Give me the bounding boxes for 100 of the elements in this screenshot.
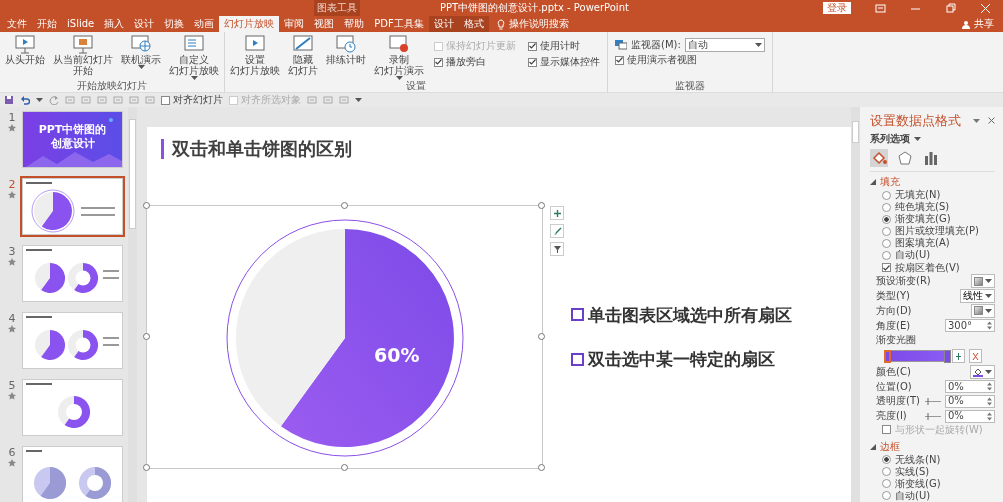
ribbon-tab[interactable]: 动画 — [189, 16, 220, 32]
radio-button[interactable]: 图案填充(A) — [870, 237, 995, 250]
gradient-bar[interactable] — [886, 350, 948, 363]
ribbon-tab[interactable]: 设计 — [129, 16, 160, 32]
gradient-stop[interactable] — [884, 350, 891, 364]
radio-circle-icon[interactable] — [882, 190, 891, 200]
gradient-dropdown[interactable] — [971, 274, 995, 289]
radio-circle-icon[interactable] — [882, 250, 891, 260]
ribbon-display-icon[interactable] — [875, 2, 886, 14]
radio-button[interactable]: 无线条(N) — [870, 453, 995, 466]
radio-button[interactable]: 实线(S) — [870, 465, 995, 478]
resize-handle[interactable] — [340, 464, 348, 471]
ribbon-tab[interactable]: 插入 — [99, 16, 130, 32]
checkbox[interactable]: 显示媒体控件 — [528, 54, 600, 70]
monitor-dropdown[interactable]: 自动 — [684, 38, 765, 52]
checkbox[interactable]: 播放旁白 — [434, 54, 516, 70]
spinner-icon[interactable] — [987, 411, 992, 421]
color-button[interactable] — [970, 364, 995, 379]
close-icon[interactable] — [988, 117, 995, 125]
chart-element-button[interactable] — [550, 206, 564, 220]
slide-thumbnail[interactable] — [22, 312, 123, 369]
chart-element-button[interactable] — [550, 242, 564, 256]
radio-circle-icon[interactable] — [882, 238, 891, 248]
gradient-dropdown[interactable] — [971, 303, 995, 318]
resize-handle[interactable] — [143, 333, 150, 340]
undo-icon[interactable] — [20, 95, 30, 105]
ribbon-tab[interactable]: 格式 — [458, 16, 489, 32]
spin-field[interactable]: 0% — [945, 394, 995, 408]
tell-me-search[interactable]: 操作说明搜索 — [508, 18, 569, 30]
pie-slice[interactable] — [236, 229, 345, 427]
pie-slice[interactable] — [280, 229, 454, 447]
slider-icon[interactable] — [925, 397, 941, 405]
checkbox[interactable]: 对齐幻灯片 — [161, 92, 223, 108]
ribbon-tab[interactable]: 审阅 — [279, 16, 310, 32]
remove-stop-button[interactable] — [969, 349, 982, 364]
ribbon-button[interactable]: 自定义 幻灯片放映 — [167, 34, 221, 80]
share-button[interactable]: 共享 — [957, 16, 999, 32]
scrollbar[interactable] — [128, 107, 137, 502]
slide-thumbnail[interactable] — [22, 245, 123, 302]
ribbon-button[interactable]: 从当前幻灯片 开始 — [51, 34, 115, 76]
ribbon-button[interactable]: 设置 幻灯片放映 — [228, 34, 282, 76]
gradient-stop[interactable] — [944, 350, 951, 364]
radio-circle-icon[interactable] — [882, 455, 891, 465]
spin-field[interactable]: 300° — [945, 319, 995, 333]
ribbon-tab[interactable]: 帮助 — [339, 16, 370, 32]
resize-handle[interactable] — [538, 464, 545, 471]
spin-field[interactable]: 0% — [945, 380, 995, 394]
radio-button[interactable]: 自动(U) — [870, 489, 995, 502]
chart-element-button[interactable] — [550, 224, 564, 238]
radio-circle-icon[interactable] — [882, 202, 891, 212]
restore-icon[interactable] — [945, 2, 956, 14]
spinner-icon[interactable] — [987, 382, 992, 392]
radio-button[interactable]: 图片或纹理填充(P) — [870, 225, 995, 238]
section-header[interactable]: 填充 — [870, 175, 900, 190]
ribbon-tab[interactable]: 文件 — [2, 16, 32, 32]
ribbon-button[interactable]: 从头开始 — [3, 34, 47, 65]
ribbon-tab[interactable]: 开始 — [32, 16, 62, 32]
ribbon-button[interactable]: 录制 幻灯片演示 — [372, 34, 426, 80]
resize-handle[interactable] — [143, 464, 150, 471]
resize-handle[interactable] — [538, 202, 545, 209]
checkbox[interactable]: 按扇区着色(V) — [870, 261, 995, 275]
radio-button[interactable]: 纯色填充(S) — [870, 201, 995, 214]
radio-button[interactable]: 自动(U) — [870, 249, 995, 262]
redo-icon[interactable] — [49, 95, 59, 105]
pane-tab[interactable] — [870, 148, 888, 167]
type-dropdown[interactable]: 线性 — [960, 289, 995, 304]
slider-icon[interactable] — [925, 412, 941, 420]
resize-handle[interactable] — [538, 333, 545, 340]
radio-circle-icon[interactable] — [882, 467, 891, 477]
resize-handle[interactable] — [340, 202, 348, 209]
radio-circle-icon[interactable] — [882, 226, 891, 236]
slide-thumbnail[interactable] — [22, 178, 123, 235]
checkbox[interactable]: 使用计时 — [528, 38, 600, 54]
radio-circle-icon[interactable] — [882, 491, 891, 501]
series-options-dropdown[interactable]: 系列选项 — [870, 132, 921, 145]
spin-field[interactable]: 0% — [945, 409, 995, 423]
save-icon[interactable] — [4, 95, 14, 105]
ribbon-tab[interactable]: iSlide — [62, 16, 100, 32]
spinner-icon[interactable] — [987, 396, 992, 406]
spinner-icon[interactable] — [987, 321, 992, 331]
ribbon-tab[interactable]: PDF工具集 — [369, 16, 429, 32]
slide-thumbnail[interactable]: PPT中饼图的 创意设计 — [22, 111, 123, 168]
ribbon-button[interactable]: 联机演示 — [119, 34, 163, 69]
radio-circle-icon[interactable] — [882, 214, 891, 224]
ribbon-tab[interactable]: 幻灯片放映 — [219, 16, 280, 32]
scrollbar[interactable] — [851, 107, 860, 502]
checkbox[interactable]: 使用演示者视图 — [615, 52, 765, 68]
slide-thumbnail[interactable] — [22, 446, 123, 502]
ribbon-tab[interactable]: 视图 — [309, 16, 340, 32]
section-header[interactable]: 边框 — [870, 440, 900, 454]
resize-handle[interactable] — [143, 202, 150, 209]
sign-in-button[interactable]: 登录 — [823, 2, 851, 14]
ribbon-tab[interactable]: 切换 — [159, 16, 190, 32]
radio-button[interactable]: 渐变线(G) — [870, 477, 995, 490]
ribbon-tab[interactable]: 设计 — [428, 16, 459, 32]
ribbon-button[interactable]: 隐藏 幻灯片 — [286, 34, 320, 76]
slide-thumbnail[interactable] — [22, 379, 123, 436]
radio-button[interactable]: 渐变填充(G) — [870, 213, 995, 226]
add-stop-button[interactable] — [952, 349, 965, 364]
radio-circle-icon[interactable] — [882, 479, 891, 489]
